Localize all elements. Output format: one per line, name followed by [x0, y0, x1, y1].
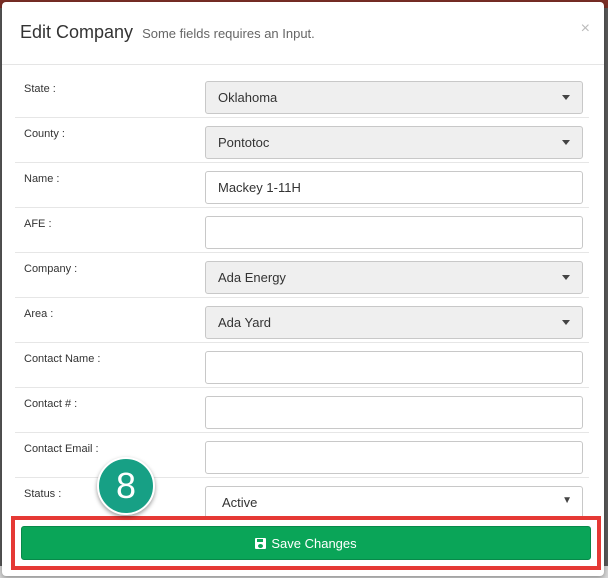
form-row-area: Area : Ada Yard — [15, 297, 589, 342]
contact-email-input[interactable] — [205, 441, 583, 474]
contact-number-input[interactable] — [205, 396, 583, 429]
caret-down-icon — [562, 275, 570, 280]
county-select[interactable]: Pontotoc — [205, 126, 583, 159]
close-icon[interactable]: × — [581, 20, 590, 38]
status-select[interactable]: Active ▼ — [205, 486, 583, 518]
area-value: Ada Yard — [218, 315, 272, 330]
county-value: Pontotoc — [218, 135, 270, 150]
modal-title: Edit Company Some fields requires an Inp… — [20, 22, 315, 43]
form-row-contact-number: Contact # : — [15, 387, 589, 432]
contact-name-label: Contact Name : — [24, 353, 101, 365]
save-button-highlight: Save Changes — [11, 516, 601, 570]
name-value: Mackey 1-11H — [218, 180, 301, 195]
state-select[interactable]: Oklahoma — [205, 81, 583, 114]
form-row-state: State : Oklahoma — [15, 73, 589, 117]
caret-down-icon — [562, 140, 570, 145]
form-row-company: Company : Ada Energy — [15, 252, 589, 297]
modal-header: Edit Company Some fields requires an Inp… — [2, 2, 604, 65]
name-input[interactable]: Mackey 1-11H — [205, 171, 583, 204]
status-label: Status : — [24, 488, 62, 500]
caret-down-icon: ▼ — [562, 495, 572, 506]
form-row-contact-name: Contact Name : — [15, 342, 589, 387]
modal-subtitle: Some fields requires an Input. — [142, 26, 315, 41]
modal-title-text: Edit Company — [20, 22, 134, 42]
company-label: Company : — [24, 263, 78, 275]
form-row-county: County : Pontotoc — [15, 117, 589, 162]
save-changes-button[interactable]: Save Changes — [21, 526, 591, 560]
save-changes-label: Save Changes — [271, 535, 357, 551]
caret-down-icon — [562, 320, 570, 325]
afe-input[interactable] — [205, 216, 583, 249]
status-value: Active — [222, 495, 258, 510]
area-select[interactable]: Ada Yard — [205, 306, 583, 339]
contact-name-input[interactable] — [205, 351, 583, 384]
state-label: State : — [24, 83, 56, 95]
county-label: County : — [24, 128, 65, 140]
contact-number-label: Contact # : — [24, 398, 78, 410]
company-select[interactable]: Ada Energy — [205, 261, 583, 294]
caret-down-icon — [562, 95, 570, 100]
area-label: Area : — [24, 308, 54, 320]
form-row-name: Name : Mackey 1-11H — [15, 162, 589, 207]
floppy-disk-icon — [255, 537, 267, 549]
state-value: Oklahoma — [218, 90, 278, 105]
company-value: Ada Energy — [218, 270, 286, 285]
afe-label: AFE : — [24, 218, 52, 230]
name-label: Name : — [24, 173, 60, 185]
company-form: State : Oklahoma County : Pontotoc Name … — [15, 73, 589, 518]
form-row-afe: AFE : — [15, 207, 589, 252]
contact-email-label: Contact Email : — [24, 443, 99, 455]
step-number-badge: 8 — [97, 457, 155, 515]
edit-company-modal: Edit Company Some fields requires an Inp… — [2, 2, 604, 576]
